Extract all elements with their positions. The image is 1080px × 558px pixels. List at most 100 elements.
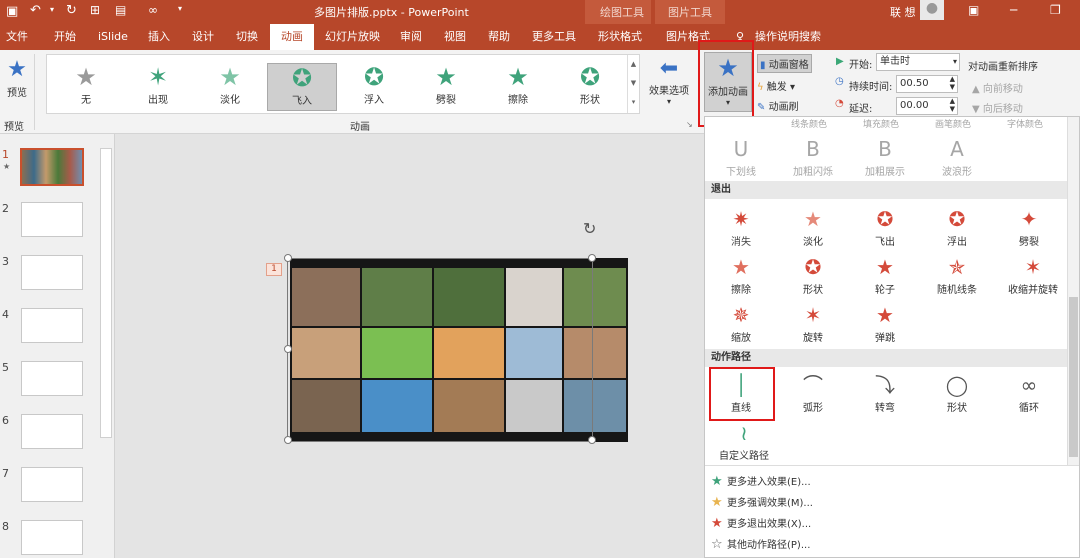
exit-zoom[interactable]: ✵ 缩放	[709, 301, 773, 344]
rotate-handle-icon[interactable]: ↻	[583, 219, 596, 238]
customize-qat-icon[interactable]: ▾	[178, 4, 182, 13]
exit-swivel[interactable]: ✶ 旋转	[781, 301, 845, 344]
animation-painter-button[interactable]: ✎ 动画刷	[757, 98, 799, 113]
anim-wipe[interactable]: ★ 擦除	[483, 63, 553, 111]
tell-me-search[interactable]: 操作说明搜索	[755, 24, 821, 50]
effect-wave[interactable]: A 波浪形	[925, 135, 989, 178]
preview-button[interactable]: ★ 预览	[2, 56, 32, 106]
animation-pane-button[interactable]: ▮ 动画窗格	[757, 54, 812, 73]
exit-float-out[interactable]: ✪ 浮出	[925, 205, 989, 248]
tab-shape-format[interactable]: 形状格式	[598, 24, 642, 50]
path-turns[interactable]: ⤵ 转弯	[853, 371, 917, 414]
resize-handle[interactable]	[588, 254, 596, 262]
tab-animations[interactable]: 动画	[270, 24, 314, 50]
tab-transitions[interactable]: 切换	[236, 24, 258, 50]
tab-insert[interactable]: 插入	[148, 24, 170, 50]
exit-random-bars[interactable]: ✯ 随机线条	[925, 253, 989, 296]
dialog-launcher-icon[interactable]: ↘	[686, 120, 693, 129]
start-select[interactable]: 单击时 ▾	[876, 53, 960, 71]
effect-bold-flash[interactable]: B 加粗闪烁	[781, 135, 845, 178]
resize-handle[interactable]	[284, 254, 292, 262]
animation-group-label: 动画	[350, 122, 370, 133]
anim-split[interactable]: ★ 劈裂	[411, 63, 481, 111]
slide-number-3: 3	[2, 255, 9, 268]
more-exit-effects[interactable]: ★ 更多退出效果(X)...	[711, 515, 811, 531]
tab-view[interactable]: 视图	[444, 24, 466, 50]
exit-fade[interactable]: ★ 淡化	[781, 205, 845, 248]
slide-thumb-2[interactable]	[21, 202, 83, 237]
drawing-tools-label: 绘图工具	[600, 6, 644, 19]
tab-review[interactable]: 审阅	[400, 24, 422, 50]
exit-shape[interactable]: ✪ 形状	[781, 253, 845, 296]
path-shapes[interactable]: ◯ 形状	[925, 371, 989, 414]
slide-thumb-5[interactable]	[21, 361, 83, 396]
minimize-icon[interactable]: ─	[1010, 3, 1017, 17]
scroll-thumb[interactable]	[1069, 297, 1078, 457]
slide-thumb-7[interactable]	[21, 467, 83, 502]
dropdown-scrollbar[interactable]	[1067, 117, 1079, 465]
tab-home[interactable]: 开始	[54, 24, 76, 50]
thumb-scrollbar[interactable]	[100, 148, 112, 438]
exit-shrink-turn[interactable]: ✶ 收缩并旋转	[995, 253, 1071, 296]
exit-wheel[interactable]: ★ 轮子	[853, 253, 917, 296]
restore-icon[interactable]: ❐	[1050, 3, 1061, 17]
exit-wipe[interactable]: ★ 擦除	[709, 253, 773, 296]
anim-none[interactable]: ★ 无	[51, 63, 121, 111]
resize-handle[interactable]	[284, 436, 292, 444]
tab-islide[interactable]: iSlide	[98, 24, 128, 50]
ribbon-display-icon[interactable]: ▣	[968, 3, 979, 17]
resize-handle[interactable]	[284, 345, 292, 353]
path-arcs[interactable]: ⌒ 弧形	[781, 371, 845, 414]
anim-float-in[interactable]: ✪ 浮入	[339, 63, 409, 111]
tab-design[interactable]: 设计	[192, 24, 214, 50]
more-entrance-effects[interactable]: ★ 更多进入效果(E)...	[711, 473, 811, 489]
slide-thumb-1[interactable]	[20, 148, 84, 186]
tab-file[interactable]: 文件	[6, 24, 28, 50]
slide-thumb-6[interactable]	[21, 414, 83, 449]
user-name[interactable]: 联 想	[890, 4, 916, 20]
exit-bounce[interactable]: ★ 弹跳	[853, 301, 917, 344]
gallery-scroll[interactable]: ▲ ▼ ▾	[627, 55, 639, 113]
path-loops[interactable]: ∞ 循环	[997, 371, 1061, 414]
duration-stepper[interactable]: 00.50 ▲ ▼	[896, 75, 958, 93]
random-bars-icon: ✯	[948, 255, 966, 279]
arrow-left-icon: ⬅	[659, 56, 679, 81]
anim-fade[interactable]: ★ 淡化	[195, 63, 265, 111]
tab-help[interactable]: 帮助	[488, 24, 510, 50]
slide-thumb-8[interactable]	[21, 520, 83, 555]
delay-stepper[interactable]: 00.00 ▲ ▼	[896, 97, 958, 115]
effect-bold-reveal[interactable]: B 加粗展示	[853, 135, 917, 178]
textbox-icon[interactable]: ▤	[115, 3, 126, 17]
save-icon[interactable]: ▣	[6, 4, 18, 19]
share-icon[interactable]: ∞	[148, 3, 158, 17]
effect-options-button[interactable]: ⬅ 效果选项 ▾	[644, 56, 694, 110]
exit-split[interactable]: ✦ 劈裂	[997, 205, 1061, 248]
undo-dropdown-icon[interactable]: ▾	[50, 5, 54, 14]
anim-fly-in[interactable]: ✪ 飞入	[267, 63, 337, 111]
exit-disappear[interactable]: ✷ 消失	[709, 205, 773, 248]
tab-more-tools[interactable]: 更多工具	[532, 24, 576, 50]
more-motion-paths[interactable]: ☆ 其他动作路径(P)...	[711, 536, 810, 552]
tab-slideshow[interactable]: 幻灯片放映	[325, 24, 380, 50]
undo-icon[interactable]: ↶	[30, 3, 41, 18]
effect-underline[interactable]: U 下划线	[709, 135, 773, 178]
start-label: 开始:	[849, 60, 873, 71]
path-custom[interactable]: ≀ 自定义路径	[709, 419, 779, 462]
exit-fly-out[interactable]: ✪ 飞出	[853, 205, 917, 248]
anim-shape[interactable]: ✪ 形状	[555, 63, 625, 111]
redo-icon[interactable]: ↻	[66, 3, 77, 18]
slide-thumb-4[interactable]	[21, 308, 83, 343]
more-emphasis-effects[interactable]: ★ 更多强调效果(M)...	[711, 494, 813, 510]
arc-path-icon: ⌒	[803, 373, 823, 397]
resize-handle[interactable]	[588, 436, 596, 444]
anim-appear[interactable]: ✶ 出现	[123, 63, 193, 111]
avatar[interactable]: ●	[920, 0, 944, 20]
animation-order-tag[interactable]: 1	[266, 263, 282, 276]
present-icon[interactable]: ⊞	[90, 3, 100, 17]
pane-icon: ▮	[760, 60, 766, 71]
move-earlier-button[interactable]: ▲ 向前移动	[972, 80, 1023, 95]
slide-thumb-3[interactable]	[21, 255, 83, 290]
trigger-button[interactable]: ϟ 触发 ▾	[757, 78, 795, 93]
bold-reveal-icon: B	[878, 137, 892, 161]
move-later-button[interactable]: ▼ 向后移动	[972, 100, 1023, 115]
